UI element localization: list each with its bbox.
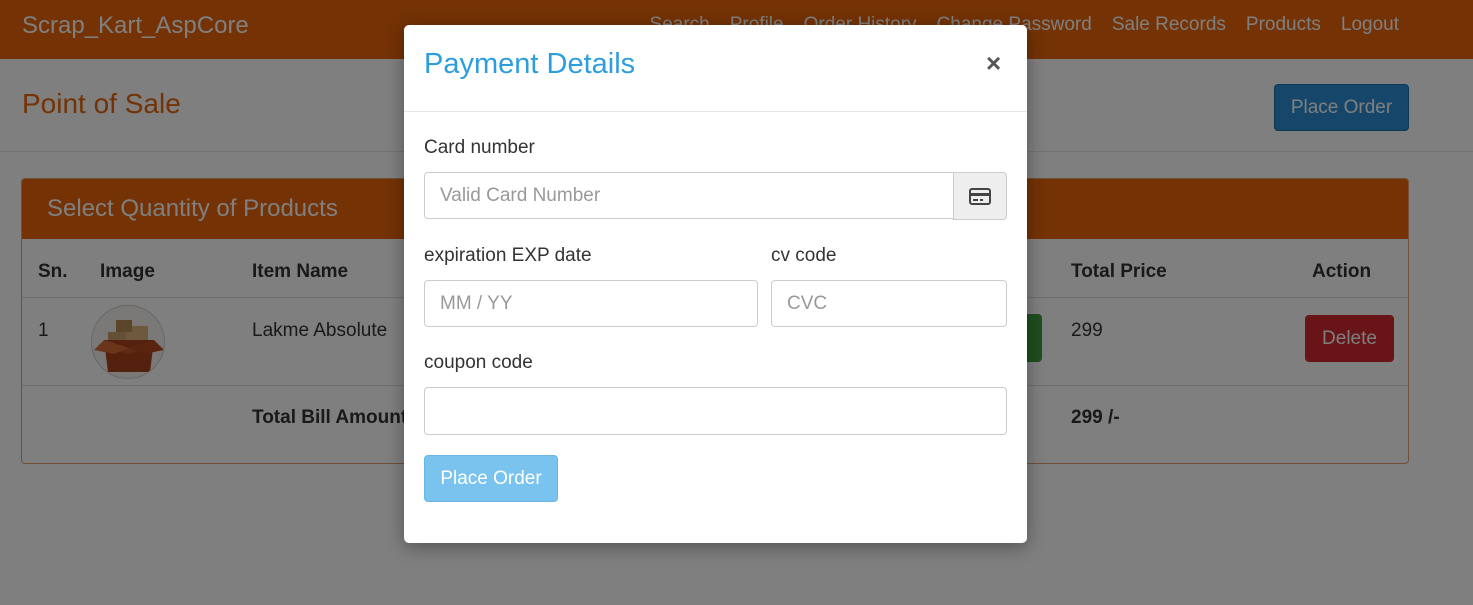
expiration-label: expiration EXP date	[424, 245, 592, 266]
card-number-input[interactable]	[424, 172, 954, 219]
card-addon	[953, 172, 1007, 220]
coupon-code-input[interactable]	[424, 387, 1007, 435]
cvc-input[interactable]	[771, 280, 1007, 327]
credit-card-icon	[969, 187, 991, 205]
cv-code-label: cv code	[771, 245, 837, 266]
close-icon[interactable]: ×	[986, 50, 1001, 76]
coupon-code-label: coupon code	[424, 352, 533, 373]
modal-title: Payment Details	[424, 48, 636, 80]
modal-place-order-button[interactable]: Place Order	[424, 455, 558, 502]
payment-modal: Payment Details × Card number expiration…	[404, 25, 1027, 543]
card-number-label: Card number	[424, 137, 535, 158]
modal-header-divider	[404, 111, 1027, 112]
expiration-input[interactable]	[424, 280, 758, 327]
